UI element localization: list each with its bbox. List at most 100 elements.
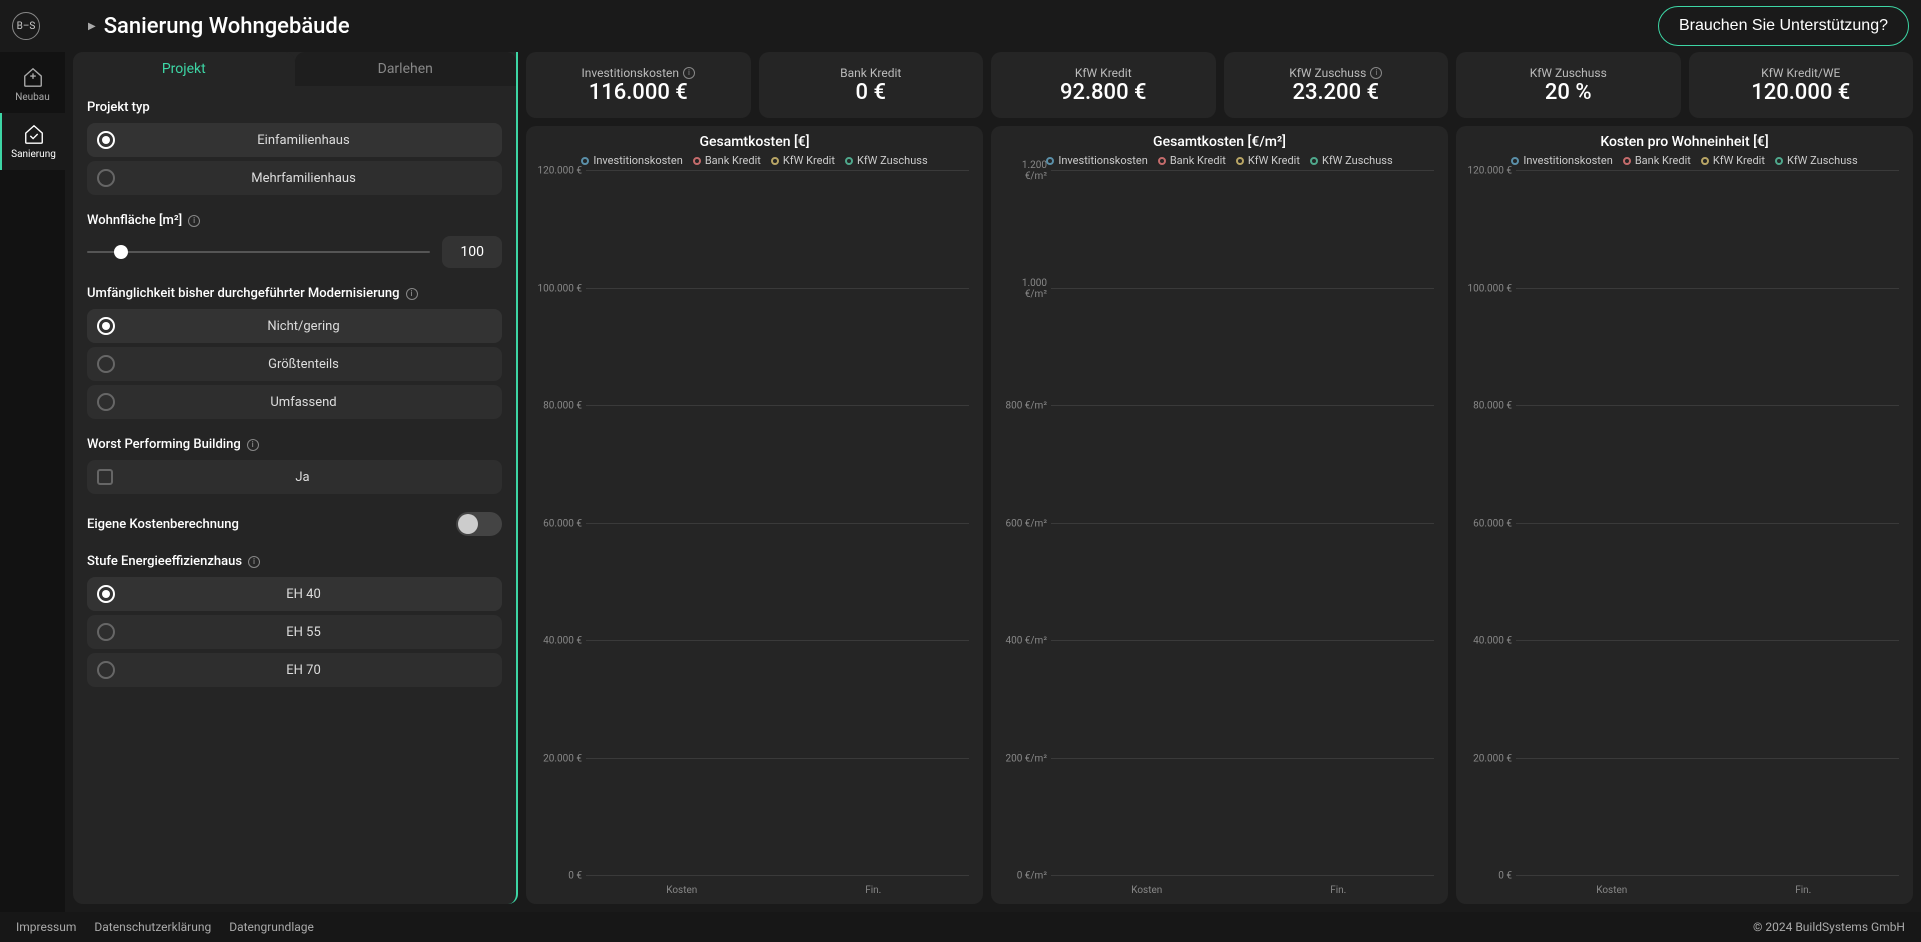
y-axis-label: 100.000 € bbox=[536, 283, 582, 294]
slider-thumb[interactable] bbox=[114, 245, 128, 259]
legend-item: Investitionskosten bbox=[1046, 154, 1147, 167]
tab-darlehen[interactable]: Darlehen bbox=[295, 52, 517, 86]
radio-modern-nicht[interactable]: Nicht/gering bbox=[87, 309, 502, 343]
footer: Impressum Datenschutzerklärung Datengrun… bbox=[0, 912, 1921, 942]
x-axis-label: Kosten bbox=[1051, 885, 1243, 896]
y-axis-label: 100.000 € bbox=[1466, 283, 1512, 294]
radio-eh55[interactable]: EH 55 bbox=[87, 615, 502, 649]
info-icon[interactable]: i bbox=[1370, 67, 1382, 79]
info-icon[interactable]: i bbox=[248, 556, 260, 568]
label-wohnflaeche: Wohnfläche [m²] i bbox=[87, 213, 502, 228]
y-axis-label: 800 €/m² bbox=[1001, 401, 1047, 412]
legend-dot-icon bbox=[1236, 157, 1244, 165]
legend-item: Investitionskosten bbox=[1511, 154, 1612, 167]
footer-datengrundlage[interactable]: Datengrundlage bbox=[229, 920, 314, 934]
label-projekt-typ: Projekt typ bbox=[87, 100, 502, 115]
chart-title: Kosten pro Wohneinheit [€] bbox=[1466, 134, 1903, 150]
chart-title: Gesamtkosten [€] bbox=[536, 134, 973, 150]
label-wpb: Worst Performing Building i bbox=[87, 437, 502, 452]
legend-item: Bank Kredit bbox=[1158, 154, 1226, 167]
legend-item: KfW Zuschuss bbox=[845, 154, 928, 167]
legend-dot-icon bbox=[1623, 157, 1631, 165]
sidebar-item-sanierung[interactable]: Sanierung bbox=[0, 113, 65, 170]
kpi-value: 0 € bbox=[856, 80, 886, 105]
legend-dot-icon bbox=[1701, 157, 1709, 165]
checkbox-wpb[interactable]: Ja bbox=[87, 460, 502, 494]
y-axis-label: 80.000 € bbox=[536, 401, 582, 412]
info-icon[interactable]: i bbox=[683, 67, 695, 79]
y-axis-label: 120.000 € bbox=[1466, 166, 1512, 177]
kpi-card: KfW Kredit/WE 120.000 € bbox=[1689, 52, 1914, 118]
legend-item: KfW Kredit bbox=[1701, 154, 1765, 167]
y-axis-label: 0 €/m² bbox=[1001, 871, 1047, 882]
radio-modern-groessten[interactable]: Größtenteils bbox=[87, 347, 502, 381]
legend-dot-icon bbox=[1775, 157, 1783, 165]
kpi-card: Bank Kredit 0 € bbox=[759, 52, 984, 118]
sidebar-item-label: Neubau bbox=[15, 92, 50, 103]
radio-eh70[interactable]: EH 70 bbox=[87, 653, 502, 687]
legend-item: Bank Kredit bbox=[1623, 154, 1691, 167]
x-axis-label: Kosten bbox=[586, 885, 778, 896]
legend-item: KfW Zuschuss bbox=[1310, 154, 1393, 167]
chart-body: 0 €20.000 €40.000 €60.000 €80.000 €100.0… bbox=[536, 171, 973, 896]
chart-title: Gesamtkosten [€/m²] bbox=[1001, 134, 1438, 150]
radio-icon bbox=[97, 393, 115, 411]
wohnflaeche-value[interactable]: 100 bbox=[442, 236, 502, 268]
y-axis-label: 1.200 €/m² bbox=[1001, 160, 1047, 182]
kpi-label: KfW Kredit bbox=[1075, 66, 1132, 80]
sidebar-item-neubau[interactable]: Neubau bbox=[0, 56, 65, 113]
label-kosten: Eigene Kostenberechnung bbox=[87, 517, 239, 532]
kpi-value: 20 % bbox=[1545, 80, 1592, 105]
y-axis-label: 80.000 € bbox=[1466, 401, 1512, 412]
radio-einfamilienhaus[interactable]: Einfamilienhaus bbox=[87, 123, 502, 157]
top-bar: B–S ▶ Sanierung Wohngebäude Brauchen Sie… bbox=[0, 0, 1921, 52]
radio-eh40[interactable]: EH 40 bbox=[87, 577, 502, 611]
info-icon[interactable]: i bbox=[247, 439, 259, 451]
legend-dot-icon bbox=[1511, 157, 1519, 165]
wohnflaeche-slider[interactable] bbox=[87, 251, 430, 253]
radio-icon bbox=[97, 623, 115, 641]
legend-item: KfW Kredit bbox=[771, 154, 835, 167]
kpi-card: Investitionskosten i 116.000 € bbox=[526, 52, 751, 118]
kpi-value: 23.200 € bbox=[1292, 80, 1379, 105]
radio-icon bbox=[97, 661, 115, 679]
legend-item: Investitionskosten bbox=[581, 154, 682, 167]
radio-modern-umfassend[interactable]: Umfassend bbox=[87, 385, 502, 419]
y-axis-label: 40.000 € bbox=[536, 636, 582, 647]
house-plus-icon bbox=[22, 66, 44, 88]
kpi-card: KfW Kredit 92.800 € bbox=[991, 52, 1216, 118]
y-axis-label: 600 €/m² bbox=[1001, 518, 1047, 529]
footer-datenschutz[interactable]: Datenschutzerklärung bbox=[94, 920, 211, 934]
label-stufe: Stufe Energieeffizienzhaus i bbox=[87, 554, 502, 569]
info-icon[interactable]: i bbox=[406, 288, 418, 300]
logo: B–S bbox=[12, 12, 40, 40]
legend-item: KfW Zuschuss bbox=[1775, 154, 1858, 167]
checkbox-icon bbox=[97, 469, 113, 485]
y-axis-label: 200 €/m² bbox=[1001, 753, 1047, 764]
chart-body: 0 €/m²200 €/m²400 €/m²600 €/m²800 €/m²1.… bbox=[1001, 171, 1438, 896]
house-renovation-icon bbox=[23, 123, 45, 145]
legend-dot-icon bbox=[845, 157, 853, 165]
legend-dot-icon bbox=[693, 157, 701, 165]
y-axis-label: 60.000 € bbox=[1466, 518, 1512, 529]
support-button[interactable]: Brauchen Sie Unterstützung? bbox=[1658, 6, 1909, 46]
y-axis-label: 0 € bbox=[1466, 871, 1512, 882]
radio-icon bbox=[97, 317, 115, 335]
footer-copyright: © 2024 BuildSystems GmbH bbox=[1753, 920, 1905, 934]
kpi-card: KfW Zuschuss i 23.200 € bbox=[1224, 52, 1449, 118]
legend-dot-icon bbox=[1046, 157, 1054, 165]
form-panel: Projekt Darlehen Projekt typ Einfamilien… bbox=[73, 52, 518, 904]
kpi-label: Investitionskosten i bbox=[581, 66, 695, 80]
radio-icon bbox=[97, 585, 115, 603]
info-icon[interactable]: i bbox=[188, 215, 200, 227]
x-axis-label: Fin. bbox=[1243, 885, 1435, 896]
radio-icon bbox=[97, 355, 115, 373]
charts-row: Gesamtkosten [€] Investitionskosten Bank K… bbox=[526, 126, 1913, 904]
kpi-label: Bank Kredit bbox=[840, 66, 901, 80]
legend-item: Bank Kredit bbox=[693, 154, 761, 167]
toggle-eigene-kosten[interactable] bbox=[456, 512, 502, 536]
radio-mehrfamilienhaus[interactable]: Mehrfamilienhaus bbox=[87, 161, 502, 195]
kpi-row: Investitionskosten i 116.000 €Bank Kredi… bbox=[526, 52, 1913, 118]
footer-impressum[interactable]: Impressum bbox=[16, 920, 76, 934]
tab-projekt[interactable]: Projekt bbox=[73, 52, 295, 86]
